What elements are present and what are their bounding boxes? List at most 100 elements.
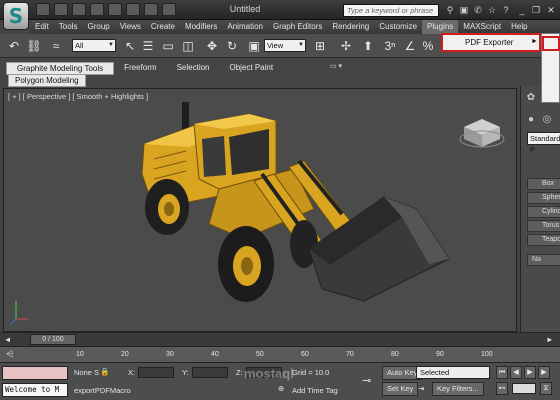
menu-animation[interactable]: Animation [222,20,268,34]
help-icon[interactable]: ? [500,4,512,16]
polygon-modeling-tab[interactable]: Polygon Modeling [8,74,86,87]
play-icon[interactable]: ▶ [524,366,536,379]
prompt-line: exportPDFMacro [74,386,131,395]
timeline-tick-label: 60 [301,351,309,358]
key-selection-dropdown[interactable]: Selected [416,366,490,379]
chevron-left-icon[interactable]: ◄ [4,335,11,344]
teapot-button[interactable]: Teapot [527,234,560,246]
key-filters-button[interactable]: Key Filters... [432,382,484,396]
torus-button[interactable]: Torus [527,220,560,232]
menu-tools[interactable]: Tools [54,20,83,34]
x-coord-field[interactable] [138,367,174,378]
time-slider-bar: ◄ 0 / 100 ► [0,332,560,346]
loader-model [9,102,505,326]
search-icon[interactable]: ⚲ [444,4,456,16]
app-logo-icon[interactable]: S [3,2,29,30]
viewport-label[interactable]: [ + ] [ Perspective ] [ Smooth + Highlig… [8,92,148,101]
key-mode-toggle-icon[interactable]: ⊷ [496,382,508,395]
menu-group[interactable]: Group [82,20,114,34]
y-coord-field[interactable] [192,367,228,378]
next-frame-icon[interactable]: ▶ [538,366,550,379]
minimize-icon[interactable]: _ [516,4,528,16]
box-button[interactable]: Box [527,178,560,190]
menu-rendering[interactable]: Rendering [327,20,374,34]
window-crossing-icon[interactable]: ◫ [180,38,196,54]
timeline-tick-label: 100 [481,351,493,358]
name-color-rollout[interactable]: Na [527,254,560,266]
cylinder-button[interactable]: Cylinder [527,206,560,218]
snaps-toggle-icon[interactable]: 3ⁿ [382,38,398,54]
y-coord-label: Y: [182,368,189,377]
menu-create[interactable]: Create [146,20,180,34]
mini-curve-editor-icon[interactable]: ⩤ [6,349,13,360]
rotate-icon[interactable]: ↻ [224,38,240,54]
graphite-ribbon: Graphite Modeling Tools Freeform Selection… [0,58,540,87]
menu-help[interactable]: Help [506,20,532,34]
chevron-right-icon[interactable]: ► [546,335,553,344]
previous-frame-icon[interactable]: ◀ [510,366,522,379]
timeline-tick-label: 50 [256,351,264,358]
restore-icon[interactable]: ❐ [530,4,542,16]
pdf-exporter-menu-item[interactable]: PDF Exporter ► [441,33,541,52]
chevron-down-icon: ▼ [108,42,114,48]
undo-icon[interactable]: ↶ [6,38,22,54]
pivot-center-icon[interactable]: ⊞ [312,38,328,54]
ribbon-options-icon[interactable]: ▭ ▾ [330,62,342,70]
current-frame-field[interactable] [512,383,536,394]
go-to-start-icon[interactable]: ⏮ [496,366,508,379]
ribbon-tab-object-paint[interactable]: Object Paint [220,62,284,75]
chevron-right-icon: ► [531,38,538,45]
menu-maxscript[interactable]: MAXScript [458,20,506,34]
perspective-viewport[interactable]: [ + ] [ Perspective ] [ Smooth + Highlig… [3,88,517,332]
close-icon[interactable]: ✕ [545,4,557,16]
set-key-button[interactable]: Set Key [382,382,419,396]
link-icon[interactable]: ⛓ [26,38,42,54]
watermark: mostaql [244,366,294,381]
add-time-tag[interactable]: Add Time Tag [292,386,338,395]
maxscript-welcome[interactable]: Welcome to M [2,383,68,397]
primitive-type-dropdown[interactable]: Standard P [527,132,560,154]
menu-plugins[interactable]: Plugins [422,20,459,34]
bind-space-warp-icon[interactable]: ≈ [48,38,64,54]
title-bar: Untitled Type a keyword or phrase ⚲ ▣ ✆ … [0,0,560,20]
angle-snap-icon[interactable]: ∠ [402,38,418,54]
maxscript-listener[interactable] [2,366,68,380]
rectangular-selection-icon[interactable]: ▭ [160,38,176,54]
keyword-search-input[interactable]: Type a keyword or phrase [343,4,439,17]
reference-coordinate-dropdown[interactable]: View ▼ [264,39,306,52]
grid-size: Grid = 10.0 [292,368,330,377]
menu-edit[interactable]: Edit [30,20,54,34]
gear-icon[interactable]: ✿ [525,92,537,104]
ribbon-tab-selection[interactable]: Selection [167,62,220,75]
favorites-icon[interactable]: ☆ [486,4,498,16]
lock-selection-icon[interactable]: 🔒 [100,367,109,376]
percent-snap-icon[interactable]: % [420,38,436,54]
time-tag-icon[interactable]: ⊕ [278,384,284,393]
track-bar[interactable]: ⩤ 10 20 30 40 50 60 70 80 90 100 [0,346,560,362]
menu-bar: Edit Tools Group Views Create Modifiers Animat… [30,20,560,34]
time-config-icon[interactable]: ⧖ [540,382,552,395]
select-manipulate-icon[interactable]: ✢ [338,38,354,54]
menu-graph-editors[interactable]: Graph Editors [268,20,327,34]
selection-filter-dropdown[interactable]: All ▼ [72,39,116,52]
submenu-highlight[interactable] [542,36,560,51]
scale-icon[interactable]: ▣ [246,38,262,54]
menu-customize[interactable]: Customize [374,20,422,34]
communication-icon[interactable]: ✆ [472,4,484,16]
ribbon-tab-freeform[interactable]: Freeform [114,62,166,75]
key-mode-icon[interactable]: ⇥ [418,384,424,393]
subscription-icon[interactable]: ▣ [458,4,470,16]
move-icon[interactable]: ✥ [204,38,220,54]
pdf-exporter-submenu[interactable] [541,33,560,103]
keyboard-shortcut-icon[interactable]: ⬆ [360,38,376,54]
shapes-icon[interactable]: ◎ [541,114,553,126]
time-slider[interactable]: 0 / 100 [30,334,76,345]
key-icon[interactable]: ⊸ [362,374,371,387]
menu-views[interactable]: Views [115,20,146,34]
geometry-icon[interactable]: ● [525,114,537,126]
sphere-button[interactable]: Sphere [527,192,560,204]
timeline-tick-label: 40 [211,351,219,358]
select-object-icon[interactable]: ↖ [122,38,138,54]
menu-modifiers[interactable]: Modifiers [180,20,222,34]
select-by-name-icon[interactable]: ☰ [140,38,156,54]
